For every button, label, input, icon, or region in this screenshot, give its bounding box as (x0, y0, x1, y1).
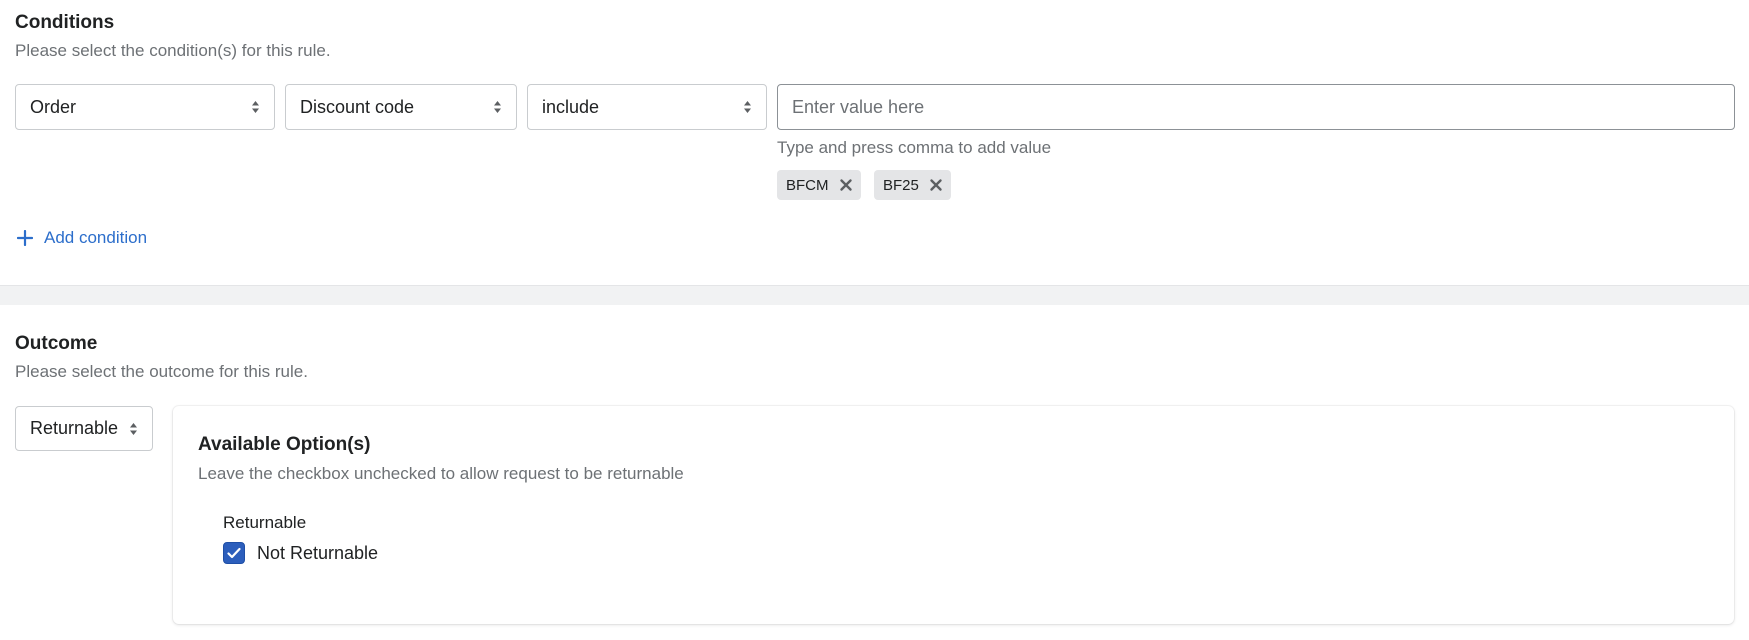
condition-field-value: Discount code (300, 96, 415, 117)
not-returnable-checkbox[interactable] (223, 542, 245, 564)
conditions-section: Conditions Please select the condition(s… (0, 0, 1749, 285)
value-tag: BFCM (777, 170, 861, 200)
available-options-card: Available Option(s) Leave the checkbox u… (173, 406, 1734, 624)
close-icon[interactable] (929, 178, 943, 192)
condition-value-input[interactable] (777, 84, 1735, 130)
not-returnable-label: Not Returnable (257, 542, 379, 563)
up-down-caret-icon (252, 101, 259, 113)
close-icon[interactable] (839, 178, 853, 192)
condition-subject-value: Order (30, 96, 77, 117)
outcome-title: Outcome (15, 333, 98, 354)
add-condition-button[interactable]: Add condition (17, 228, 147, 248)
condition-operator-select[interactable]: include (527, 84, 767, 130)
value-tag-label: BF25 (883, 176, 919, 194)
value-tag-label: BFCM (786, 176, 829, 194)
condition-field-select[interactable]: Discount code (285, 84, 517, 130)
outcome-select[interactable]: Returnable (15, 406, 153, 451)
available-options-subtitle: Leave the checkbox unchecked to allow re… (198, 464, 684, 483)
available-options-title: Available Option(s) (198, 434, 371, 455)
condition-value-help: Type and press comma to add value (777, 138, 1052, 157)
conditions-subtitle: Please select the condition(s) for this … (15, 41, 331, 60)
up-down-caret-icon (494, 101, 501, 113)
section-divider (0, 285, 1749, 305)
value-tag: BF25 (874, 170, 951, 200)
outcome-select-value: Returnable (30, 418, 119, 438)
outcome-subtitle: Please select the outcome for this rule. (15, 362, 308, 381)
condition-operator-value: include (542, 96, 600, 117)
conditions-title: Conditions (15, 12, 115, 33)
plus-icon (17, 230, 33, 246)
add-condition-label: Add condition (44, 228, 148, 247)
checkmark-icon (227, 547, 241, 559)
condition-subject-select[interactable]: Order (15, 84, 275, 130)
up-down-caret-icon (744, 101, 751, 113)
up-down-caret-icon (130, 422, 137, 435)
not-returnable-option[interactable]: Not Returnable (223, 542, 378, 564)
returnable-group-label: Returnable (223, 513, 307, 532)
